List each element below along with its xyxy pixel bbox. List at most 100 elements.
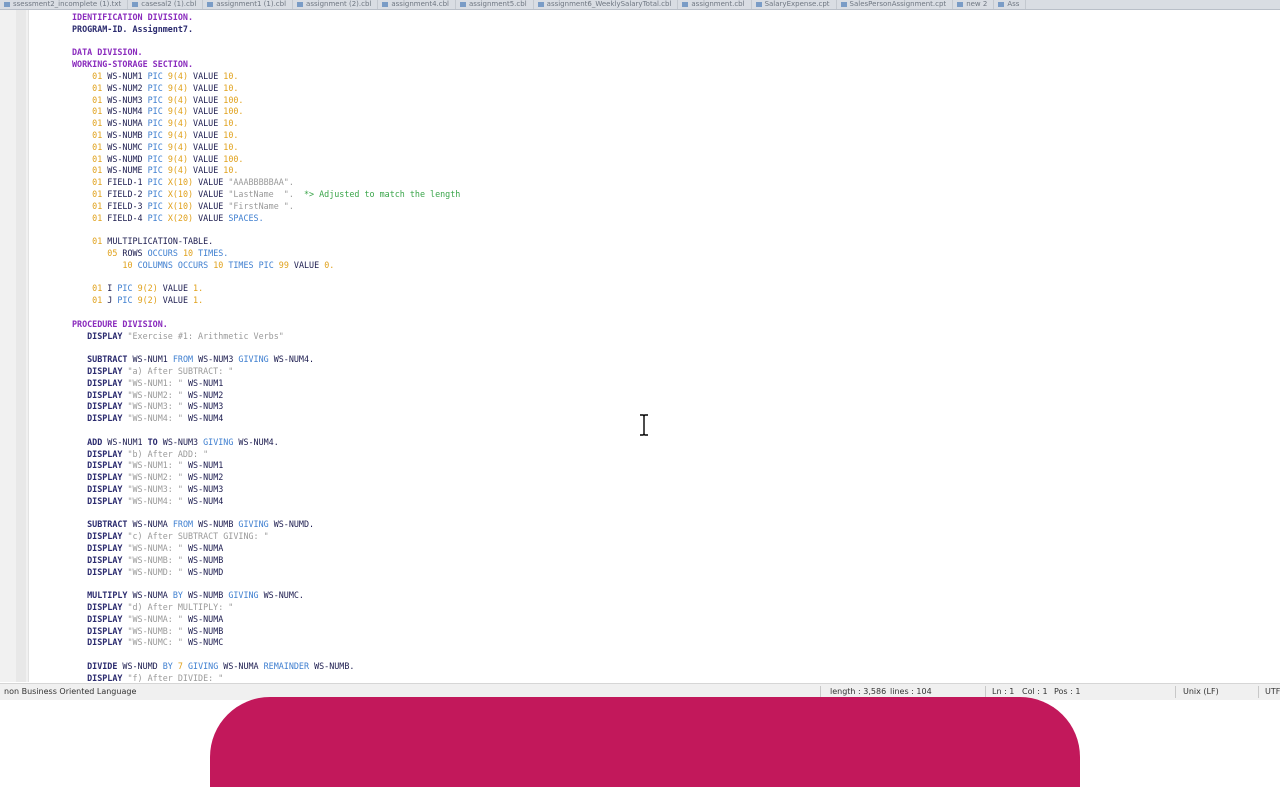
file-tab[interactable]: assignment1 (1).cbl <box>203 0 294 9</box>
code-line[interactable]: 01 WS-NUMD PIC 9(4) VALUE 100. <box>72 154 243 166</box>
file-tab[interactable]: new 2 <box>953 0 995 9</box>
file-tab[interactable]: casesal2 (1).cbl <box>128 0 204 9</box>
code-line[interactable]: DISPLAY "WS-NUM3: " WS-NUM3 <box>72 484 223 496</box>
code-token: WS-NUM3 <box>107 94 148 105</box>
file-tab-label: assignment5.cbl <box>469 0 527 8</box>
code-line[interactable]: 05 ROWS OCCURS 10 TIMES. <box>72 248 228 260</box>
status-length: length : 3,586 <box>830 687 887 696</box>
code-line[interactable]: DISPLAY "WS-NUMD: " WS-NUMD <box>72 567 223 579</box>
code-line[interactable]: DISPLAY "WS-NUMA: " WS-NUMA <box>72 614 223 626</box>
code-token: WS-NUM4 <box>187 413 224 424</box>
code-token: WS-NUME <box>107 165 148 176</box>
code-line[interactable]: SUBTRACT WS-NUMA FROM WS-NUMB GIVING WS-… <box>72 519 314 531</box>
file-tab[interactable]: ssessment2_incomplete (1).txt <box>0 0 129 9</box>
code-line[interactable]: 01 FIELD-2 PIC X(10) VALUE "LastName ". … <box>72 189 460 201</box>
code-line[interactable]: WORKING-STORAGE SECTION. <box>72 59 193 71</box>
code-token: "WS-NUMD: " <box>127 566 188 577</box>
code-line[interactable]: 01 I PIC 9(2) VALUE 1. <box>72 283 203 295</box>
code-line[interactable]: 01 FIELD-4 PIC X(20) VALUE SPACES. <box>72 213 263 225</box>
code-token: VALUE <box>193 165 224 176</box>
code-token: 10 <box>213 259 229 270</box>
code-line[interactable]: DISPLAY "WS-NUM1: " WS-NUM1 <box>72 378 223 390</box>
code-line[interactable]: DISPLAY "WS-NUMC: " WS-NUMC <box>72 637 223 649</box>
code-token: 10. <box>223 130 239 140</box>
code-token: 1. <box>193 283 204 294</box>
code-token: WS-NUM3 <box>198 354 239 365</box>
file-tab[interactable]: SalesPersonAssignment.cpt <box>837 0 954 9</box>
code-token: WS-NUM1 <box>187 460 224 471</box>
code-line[interactable]: DISPLAY "b) After ADD: " <box>72 449 208 461</box>
code-line[interactable]: 01 WS-NUM4 PIC 9(4) VALUE 100. <box>72 106 243 118</box>
code-token: DISPLAY <box>72 401 128 412</box>
code-token: 9(4) <box>167 82 194 93</box>
code-line[interactable]: 01 WS-NUM3 PIC 9(4) VALUE 100. <box>72 95 243 107</box>
code-line[interactable]: DISPLAY "d) After MULTIPLY: " <box>72 602 233 614</box>
code-token: DISPLAY <box>72 531 128 542</box>
code-line[interactable]: DIVIDE WS-NUMD BY 7 GIVING WS-NUMA REMAI… <box>72 661 354 673</box>
code-line[interactable]: 01 WS-NUM1 PIC 9(4) VALUE 10. <box>72 71 238 83</box>
code-line[interactable]: 01 FIELD-1 PIC X(10) VALUE "AAABBBBBAA". <box>72 177 294 189</box>
file-tab[interactable]: assignment (2).cbl <box>293 0 379 9</box>
code-token: "WS-NUM2: " <box>127 472 188 483</box>
code-line[interactable]: DISPLAY "WS-NUM3: " WS-NUM3 <box>72 401 223 413</box>
code-line[interactable]: 01 J PIC 9(2) VALUE 1. <box>72 295 203 307</box>
code-token: X(10) <box>167 177 199 188</box>
fold-margin[interactable] <box>16 10 26 682</box>
code-token: VALUE <box>193 71 224 81</box>
code-line[interactable]: DISPLAY "f) After DIVIDE: " <box>72 673 223 682</box>
code-token: I <box>107 283 118 294</box>
code-line[interactable]: DISPLAY "WS-NUM2: " WS-NUM2 <box>72 390 223 402</box>
file-tab-label: assignment.cbl <box>691 0 745 8</box>
code-token: "WS-NUMC: " <box>127 637 188 648</box>
status-eol-format: Unix (LF) <box>1183 687 1219 696</box>
code-line[interactable]: DISPLAY "a) After SUBTRACT: " <box>72 366 233 378</box>
code-line[interactable]: 01 WS-NUMB PIC 9(4) VALUE 10. <box>72 130 238 142</box>
code-line[interactable]: DISPLAY "WS-NUMB: " WS-NUMB <box>72 626 223 638</box>
code-line[interactable]: PROGRAM-ID. Assignment7. <box>72 24 193 36</box>
file-tab[interactable]: assignment.cbl <box>678 0 752 9</box>
code-token: 9(4) <box>167 118 194 129</box>
code-line[interactable]: DISPLAY "WS-NUM2: " WS-NUM2 <box>72 472 223 484</box>
code-line[interactable]: 01 WS-NUMA PIC 9(4) VALUE 10. <box>72 118 238 130</box>
code-line[interactable]: ADD WS-NUM1 TO WS-NUM3 GIVING WS-NUM4. <box>72 437 279 449</box>
code-line[interactable]: DISPLAY "WS-NUMB: " WS-NUMB <box>72 555 223 567</box>
code-line[interactable]: SUBTRACT WS-NUM1 FROM WS-NUM3 GIVING WS-… <box>72 354 314 366</box>
code-line[interactable]: DISPLAY "c) After SUBTRACT GIVING: " <box>72 531 269 543</box>
code-token: WS-NUMA <box>107 118 148 129</box>
code-line[interactable]: DISPLAY "WS-NUM4: " WS-NUM4 <box>72 496 223 508</box>
code-token: BY <box>172 590 188 601</box>
code-token: DISPLAY <box>72 637 128 648</box>
code-token: WS-NUM1 <box>107 71 148 81</box>
code-line[interactable]: PROCEDURE DIVISION. <box>72 319 168 331</box>
file-tab[interactable]: SalaryExpense.cpt <box>752 0 837 9</box>
file-tab-label: casesal2 (1).cbl <box>141 0 197 8</box>
code-line[interactable]: 01 FIELD-3 PIC X(10) VALUE "FirstName ". <box>72 201 294 213</box>
file-tab[interactable]: Ass <box>994 0 1027 9</box>
code-token: "c) After SUBTRACT GIVING: " <box>127 531 269 542</box>
code-line[interactable]: MULTIPLY WS-NUMA BY WS-NUMB GIVING WS-NU… <box>72 590 304 602</box>
code-token: WS-NUM2 <box>107 82 148 93</box>
code-token: DISPLAY <box>72 602 128 612</box>
code-line[interactable]: IDENTIFICATION DIVISION. <box>72 12 193 24</box>
code-line[interactable]: DISPLAY "Exercise #1: Arithmetic Verbs" <box>72 331 284 343</box>
code-token: VALUE <box>193 130 224 140</box>
code-line[interactable]: 01 WS-NUM2 PIC 9(4) VALUE 10. <box>72 83 238 95</box>
file-tab[interactable]: assignment5.cbl <box>456 0 534 9</box>
code-line[interactable]: DISPLAY "WS-NUM4: " WS-NUM4 <box>72 413 223 425</box>
code-line[interactable]: 01 WS-NUMC PIC 9(4) VALUE 10. <box>72 142 238 154</box>
code-editor[interactable]: IDENTIFICATION DIVISION. PROGRAM-ID. Assi… <box>30 10 1278 682</box>
code-token: DIVIDE <box>72 661 123 671</box>
code-line[interactable]: 01 MULTIPLICATION-TABLE. <box>72 236 213 248</box>
code-line[interactable]: DATA DIVISION. <box>72 47 143 59</box>
code-line[interactable]: 01 WS-NUME PIC 9(4) VALUE 10. <box>72 165 238 177</box>
code-line[interactable]: DISPLAY "WS-NUM1: " WS-NUM1 <box>72 460 223 472</box>
code-line[interactable]: DISPLAY "WS-NUMA: " WS-NUMA <box>72 543 223 555</box>
code-token: WS-NUMC <box>107 141 148 152</box>
code-token: VALUE <box>193 106 224 117</box>
status-encoding: UTF <box>1265 687 1280 696</box>
code-token: VALUE <box>162 283 194 294</box>
file-tab[interactable]: assignment4.cbl <box>378 0 457 9</box>
file-tab[interactable]: assignment6_WeeklySalaryTotal.cbl <box>534 0 679 9</box>
code-line[interactable]: 10 COLUMNS OCCURS 10 TIMES PIC 99 VALUE … <box>72 260 334 272</box>
code-token: 10 <box>182 248 199 258</box>
